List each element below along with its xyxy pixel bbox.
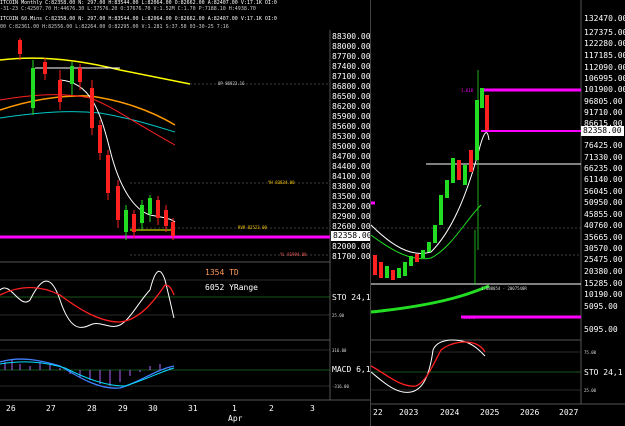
- price-tick: 30570.00: [584, 244, 623, 253]
- time-tick: 2023: [399, 408, 419, 417]
- price-tick: 66235.00: [584, 164, 623, 173]
- price-tick: 82900.00: [332, 212, 370, 221]
- price-tick: 71330.00: [584, 153, 623, 162]
- price-tick: 45855.00: [584, 210, 623, 219]
- time-tick: 1: [232, 404, 237, 413]
- yrange-label: 6052 YRange: [205, 283, 258, 292]
- stochastic-label: STO 24,1: [332, 293, 370, 302]
- price-tick: 25475.00: [584, 255, 623, 264]
- op-level-label: OP 86923.16: [218, 81, 245, 86]
- stochastic-d-line: [0, 284, 175, 323]
- price-tick: 82000.00: [332, 242, 370, 251]
- time-tick: 2: [269, 404, 274, 413]
- monthly-stochastic-k: [371, 339, 486, 393]
- price-tick: 122280.00: [584, 39, 625, 48]
- ma-teal-line: [0, 111, 176, 133]
- monthly-stochastic-d: [371, 341, 486, 387]
- macd-upper-level: 316.00: [332, 348, 347, 353]
- monthly-chart-pane[interactable]: 1.618 1.680054 - 2007540R 1.272 132470.0…: [370, 0, 625, 426]
- price-tick: 84400.00: [332, 162, 370, 171]
- macd-line: [0, 358, 175, 389]
- macd-signal-line: [0, 361, 175, 387]
- price-tick: 10190.00: [584, 290, 623, 299]
- price-tick: 101900.00: [584, 85, 625, 94]
- time-tick: 29: [118, 404, 128, 413]
- time-tick: 2026: [520, 408, 540, 417]
- price-tick: 85600.00: [332, 122, 370, 131]
- price-tick: 83800.00: [332, 182, 370, 191]
- price-tick: 112090.00: [584, 63, 625, 72]
- td-label: 1354 TD: [205, 268, 239, 277]
- hourly-chart-pane[interactable]: ITCOIN Monthly C:82358.00 N: 297.00 H:83…: [0, 0, 370, 426]
- price-tick: 85300.00: [332, 132, 370, 141]
- macd-histogram: [4, 360, 171, 386]
- time-tick: 30: [148, 404, 158, 413]
- price-tick: 87100.00: [332, 72, 370, 81]
- price-tick: 117185.00: [584, 51, 625, 60]
- monthly-current-price-label: 82358.00: [581, 126, 624, 136]
- price-tick: 106995.00: [584, 74, 625, 83]
- time-tick: 28: [87, 404, 97, 413]
- price-tick: 84700.00: [332, 152, 370, 161]
- price-tick: 86200.00: [332, 102, 370, 111]
- ma-orange-line: [0, 95, 176, 126]
- osc-lower-level: 25.00: [332, 313, 345, 318]
- price-tick: 15285.00: [584, 279, 623, 288]
- price-tick: 87400.00: [332, 62, 370, 71]
- price-tick: 5095.00: [584, 302, 618, 311]
- price-tick: 81700.00: [332, 252, 370, 261]
- time-tick: 22: [373, 408, 383, 417]
- price-tick: 83200.00: [332, 202, 370, 211]
- time-tick: 3: [310, 404, 315, 413]
- price-tick: 132470.00: [584, 14, 625, 23]
- current-price-label: 82358.00: [331, 231, 370, 241]
- time-tick: 26: [6, 404, 16, 413]
- price-tick: 84100.00: [332, 172, 370, 181]
- price-tick: 88000.00: [332, 42, 370, 51]
- osc-lower-level: 25.00: [584, 388, 597, 393]
- price-tick: 35665.00: [584, 233, 623, 242]
- monthly-stochastic-label: STO 24,1: [584, 368, 623, 377]
- time-tick: 2025: [480, 408, 500, 417]
- price-tick: 86500.00: [332, 92, 370, 101]
- ma-green-thin: [371, 204, 482, 260]
- macd-lower-level: -316.00: [332, 384, 349, 389]
- ma-yellow-line: [0, 57, 191, 85]
- monthly-candles: [373, 88, 489, 280]
- yh-level-label: YH 83834.00: [268, 180, 295, 185]
- osc-upper-level: 75.00: [584, 350, 597, 355]
- time-tick: 27: [46, 404, 56, 413]
- price-tick: 91710.00: [584, 108, 623, 117]
- price-tick: 61140.00: [584, 175, 623, 184]
- rvr-level-label: RVR 82523.00: [238, 225, 267, 230]
- price-tick: 127375.00: [584, 28, 625, 37]
- price-tick: 87700.00: [332, 52, 370, 61]
- price-tick: 85900.00: [332, 112, 370, 121]
- time-tick: 2024: [440, 408, 460, 417]
- long-ma-green: [371, 284, 490, 314]
- price-tick: 76425.00: [584, 141, 623, 150]
- yl-level-label: YL 81994.00: [280, 252, 307, 257]
- time-axis-month: Apr: [228, 414, 243, 423]
- price-tick: 50950.00: [584, 198, 623, 207]
- macd-label: MACD 6,1: [332, 365, 370, 374]
- annotation-bar: 1.680054 - 2007540R: [481, 286, 527, 291]
- price-tick: 85000.00: [332, 142, 370, 151]
- time-tick: 2027: [559, 408, 579, 417]
- price-tick: 82600.00: [332, 222, 370, 231]
- price-tick: 88300.00: [332, 32, 370, 41]
- price-tick: 5095.00: [584, 325, 618, 334]
- price-tick: 40760.00: [584, 221, 623, 230]
- price-tick: 20380.00: [584, 267, 623, 276]
- price-tick: 83500.00: [332, 192, 370, 201]
- hourly-chart-canvas[interactable]: [0, 0, 370, 426]
- price-tick: 56045.00: [584, 187, 623, 196]
- price-tick: 96805.00: [584, 97, 623, 106]
- price-tick: 86800.00: [332, 82, 370, 91]
- annotation-low: 1.272: [463, 315, 476, 320]
- time-tick: 31: [188, 404, 198, 413]
